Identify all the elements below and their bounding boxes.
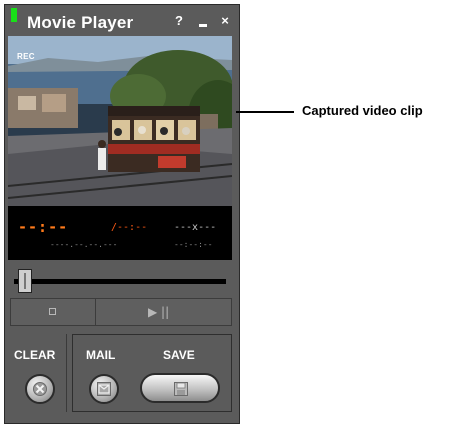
window-title: Movie Player [27,13,134,32]
rec-indicator: REC [17,52,35,61]
button-group-divider [66,334,67,412]
stop-button[interactable] [11,299,96,325]
time-readout: --:-- [18,218,69,236]
title-bar[interactable]: Movie Player ? × [5,5,239,37]
mail-button[interactable] [89,374,119,404]
callout-label: Captured video clip [302,103,423,118]
save-button[interactable] [140,373,220,403]
play-pause-icon: ▶ || [148,305,170,319]
clock-readout: --:--:-- [174,240,213,249]
transport-controls: ▶ || [10,298,232,326]
clear-button[interactable] [25,374,55,404]
play-pause-button[interactable]: ▶ || [96,299,231,325]
stop-icon [49,308,56,315]
x-icon [33,382,47,396]
minimize-icon [199,24,207,27]
size-readout: ---x--- [174,222,217,233]
video-preview [8,36,232,206]
help-button[interactable]: ? [172,13,186,29]
date-readout: ----.--.--.--- [50,240,118,249]
duration-readout: /--:-- [111,222,148,233]
save-label: SAVE [163,348,195,362]
mail-icon [97,382,111,396]
seek-track[interactable] [14,279,226,284]
clear-label: CLEAR [14,348,56,362]
time-display: --:-- /--:-- ---x--- ----.--.--.--- --:-… [8,206,232,260]
mail-label: MAIL [86,348,116,362]
callout-leader-line [236,111,294,113]
seek-slider-handle[interactable] [18,269,32,293]
close-button[interactable]: × [218,13,232,29]
floppy-disk-icon [174,382,188,396]
video-frame-image [8,36,232,206]
